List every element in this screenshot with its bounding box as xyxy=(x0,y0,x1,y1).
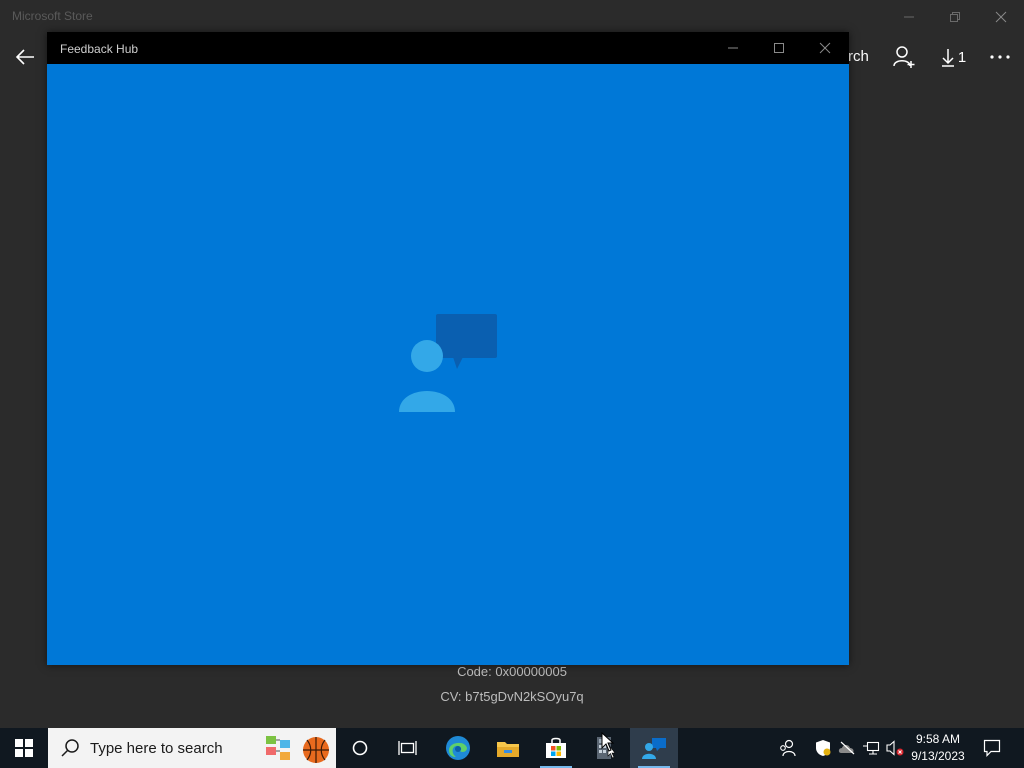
downloads-button[interactable]: 1 xyxy=(936,42,970,72)
error-cv: CV: b7t5gDvN2kSOyu7q xyxy=(440,689,584,704)
more-options-button[interactable] xyxy=(984,42,1016,72)
feedback-hub-window: Feedback Hub xyxy=(47,32,849,665)
clock-date: 9/13/2023 xyxy=(911,749,965,763)
microsoft-store-icon xyxy=(546,737,566,758)
cortana-icon xyxy=(352,740,368,756)
feedback-hub-logo-icon xyxy=(399,314,497,412)
windows-security-icon xyxy=(816,740,831,756)
close-icon xyxy=(995,11,1007,23)
security-tray-button[interactable] xyxy=(812,728,834,768)
feedback-hub-icon xyxy=(642,738,666,759)
file-explorer-button[interactable] xyxy=(484,728,532,768)
close-icon xyxy=(819,42,831,54)
feedback-hub-taskbar-button[interactable] xyxy=(630,728,678,768)
onedrive-offline-icon xyxy=(838,741,855,755)
maximize-icon xyxy=(774,43,784,53)
file-explorer-icon xyxy=(497,742,519,757)
error-code: Code: 0x00000005 xyxy=(457,664,567,679)
search-placeholder: Type here to search xyxy=(90,739,223,757)
restore-icon xyxy=(950,12,960,22)
people-icon xyxy=(780,739,796,757)
download-icon xyxy=(941,49,954,67)
clock-time: 9:58 AM xyxy=(915,732,961,746)
downloads-count: 1 xyxy=(957,48,967,66)
search-icon xyxy=(61,739,79,757)
more-dots-icon xyxy=(990,55,1010,59)
network-tray-button[interactable] xyxy=(860,728,882,768)
store-taskbar-button[interactable] xyxy=(532,728,580,768)
taskbar-clock[interactable]: 9:58 AM 9/13/2023 xyxy=(906,731,970,765)
fh-maximize-button[interactable] xyxy=(756,32,802,64)
action-center-button[interactable] xyxy=(976,728,1008,768)
store-restore-button[interactable] xyxy=(932,4,978,30)
volume-tray-button[interactable] xyxy=(884,728,906,768)
start-button[interactable] xyxy=(0,728,48,768)
people-button[interactable] xyxy=(774,728,802,768)
store-search-button-label[interactable]: rch xyxy=(848,48,869,65)
task-view-button[interactable] xyxy=(384,728,432,768)
network-icon xyxy=(863,741,880,755)
minimize-icon xyxy=(728,47,738,49)
taskbar: Type here to search 9:58 AM 9/13/2023 xyxy=(0,728,1024,768)
feedback-hub-title: Feedback Hub xyxy=(60,42,139,56)
onedrive-tray-button[interactable] xyxy=(836,728,858,768)
store-close-button[interactable] xyxy=(978,4,1024,30)
edge-button[interactable] xyxy=(434,728,482,768)
cortana-button[interactable] xyxy=(336,728,384,768)
edge-icon xyxy=(446,736,470,760)
fh-close-button[interactable] xyxy=(802,32,848,64)
fh-minimize-button[interactable] xyxy=(710,32,756,64)
volume-muted-icon xyxy=(886,740,904,756)
windows-logo-icon xyxy=(15,739,33,757)
back-button[interactable] xyxy=(10,42,40,72)
desktop: Microsoft Store rch 1 Code: 0x00000005 C… xyxy=(0,0,1024,768)
account-button[interactable] xyxy=(888,42,920,72)
feedback-hub-titlebar[interactable]: Feedback Hub xyxy=(47,32,849,64)
minimize-icon xyxy=(904,16,914,18)
account-add-icon xyxy=(893,46,915,68)
taskbar-search-box[interactable]: Type here to search xyxy=(48,728,336,768)
back-arrow-icon xyxy=(15,49,34,65)
search-highlight-icon xyxy=(266,736,329,763)
store-window-title: Microsoft Store xyxy=(12,9,93,23)
notifications-icon xyxy=(983,739,1001,757)
mouse-cursor-icon xyxy=(601,732,615,752)
task-view-icon xyxy=(398,741,417,755)
store-minimize-button[interactable] xyxy=(886,4,932,30)
